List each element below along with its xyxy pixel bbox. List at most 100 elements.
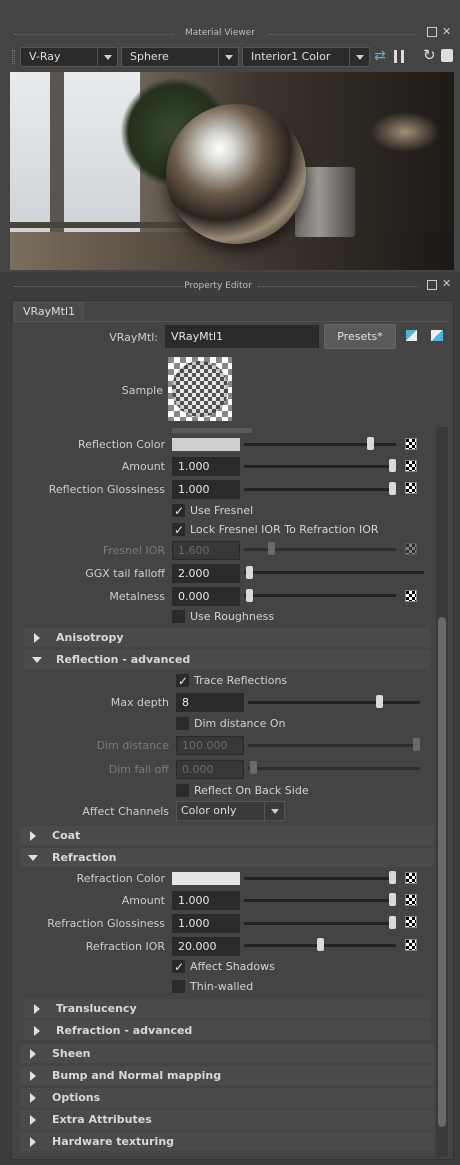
reflection-glossiness-slider-knob[interactable] [389,482,396,495]
use-fresnel-label: Use Fresnel [190,504,254,517]
refraction-color-slider-knob[interactable] [389,871,396,884]
section-bump-normal-mapping[interactable]: Bump and Normal mapping [20,1066,434,1085]
render-preview-image[interactable] [10,72,454,270]
texture-map-icon[interactable] [405,438,417,450]
expand-arrow-icon [34,1026,40,1036]
texture-map-icon[interactable] [405,872,417,884]
refraction-glossiness-slider[interactable] [244,922,396,925]
shape-dropdown[interactable]: Sphere [121,47,239,67]
metalness-slider-knob[interactable] [246,589,253,602]
presets-button[interactable]: Presets* [324,324,396,349]
section-sheen[interactable]: Sheen [20,1044,434,1063]
checkbox-box[interactable] [172,504,185,517]
section-reflection-advanced[interactable]: Reflection - advanced [24,650,430,669]
environment-dropdown[interactable]: Interior1 Color [242,47,370,67]
vraymtl-label: VRayMtl: [109,331,158,344]
reflection-glossiness-slider[interactable] [244,488,396,491]
texture-map-icon[interactable] [405,460,417,472]
reflection-amount-slider[interactable] [244,465,396,468]
float-panel-icon[interactable] [427,27,437,37]
scrollbar-thumb[interactable] [438,617,446,1127]
checkbox-box[interactable] [176,717,189,730]
ggx-tail-falloff-slider[interactable] [244,571,424,574]
reflection-amount-field[interactable]: 1.000 [172,457,240,476]
pause-icon[interactable] [394,50,404,63]
reflection-glossiness-field[interactable]: 1.000 [172,480,240,499]
expand-arrow-icon [30,1093,36,1103]
texture-map-icon[interactable] [405,482,417,494]
refraction-color-slider[interactable] [244,877,396,880]
section-anisotropy[interactable]: Anisotropy [24,628,430,647]
fresnel-ior-slider [244,548,396,551]
metalness-slider[interactable] [244,594,396,597]
refraction-glossiness-slider-knob[interactable] [389,916,396,929]
show-output-icon[interactable] [431,330,443,341]
refraction-glossiness-label: Refraction Glossiness [47,917,165,930]
checkbox-box[interactable] [172,980,185,993]
section-options[interactable]: Options [20,1088,434,1107]
dim-distance-field: 100.000 [176,736,244,755]
section-coat[interactable]: Coat [20,826,434,845]
reflection-glossiness-label: Reflection Glossiness [48,483,165,496]
section-label: Bump and Normal mapping [52,1069,222,1082]
refraction-ior-slider-knob[interactable] [317,938,324,951]
texture-map-icon[interactable] [405,894,417,906]
max-depth-slider[interactable] [248,701,420,704]
reflection-amount-slider-knob[interactable] [389,459,396,472]
section-refraction[interactable]: Refraction [20,848,434,867]
checkbox-box[interactable] [176,674,189,687]
toolbar-grip [12,50,15,64]
reflection-color-swatch[interactable] [172,438,240,451]
section-hardware-texturing[interactable]: Hardware texturing [20,1132,434,1151]
checkbox-box[interactable] [176,784,189,797]
renderer-dropdown[interactable]: V-Ray [20,47,118,67]
section-refraction-advanced[interactable]: Refraction - advanced [24,1021,430,1040]
material-options-icon[interactable] [441,49,453,62]
max-depth-slider-knob[interactable] [376,695,383,708]
thin-walled-label: Thin-walled [190,980,254,993]
refraction-amount-slider[interactable] [244,899,396,902]
chevron-down-icon [97,48,117,66]
checkbox-box[interactable] [172,523,185,536]
refraction-amount-slider-knob[interactable] [389,893,396,906]
section-label: Anisotropy [56,631,124,644]
rotate-icon[interactable]: ↻ [423,46,436,64]
section-label: Options [52,1091,101,1104]
use-roughness-label: Use Roughness [190,610,275,623]
ggx-tail-falloff-slider-knob[interactable] [246,566,253,579]
checkbox-box[interactable] [172,960,185,973]
checkbox-box[interactable] [172,610,185,623]
refraction-color-swatch[interactable] [172,872,240,885]
expand-arrow-icon [30,1071,36,1081]
affect-channels-dropdown[interactable]: Color only [176,801,285,821]
refraction-glossiness-field[interactable]: 1.000 [172,914,240,933]
chevron-down-icon [218,48,238,66]
section-extra-attributes[interactable]: Extra Attributes [20,1110,434,1129]
texture-map-icon[interactable] [405,590,417,602]
section-translucency[interactable]: Translucency [24,999,430,1018]
close-panel-icon[interactable]: ✕ [442,25,451,38]
ggx-tail-falloff-field[interactable]: 2.000 [172,564,240,583]
reflection-color-slider-knob[interactable] [367,437,374,450]
show-input-icon[interactable] [406,330,417,341]
vraymtl-name-field[interactable]: VRayMtl1 [165,325,319,348]
max-depth-field[interactable]: 8 [176,693,244,712]
section-label: Translucency [56,1002,137,1015]
texture-map-icon[interactable] [405,916,417,928]
tab-vraymtl1[interactable]: VRayMtl1 [14,302,84,321]
float-panel-icon[interactable] [427,280,437,290]
refraction-ior-field[interactable]: 20.000 [172,937,240,956]
close-panel-icon[interactable]: ✕ [442,277,451,290]
metalness-field[interactable]: 0.000 [172,587,240,606]
material-viewer-title: Material Viewer [184,28,256,38]
section-label: Reflection - advanced [56,653,191,666]
affect-channels-value: Color only [181,804,237,817]
window-sill [10,222,210,228]
refresh-render-icon[interactable]: ⇄ [374,48,386,64]
property-editor-title: Property Editor [184,281,252,291]
sample-swatch[interactable] [168,357,232,421]
tab-label: VRayMtl1 [22,305,76,318]
vertical-scrollbar[interactable] [436,427,448,1157]
texture-map-icon[interactable] [405,939,417,951]
refraction-amount-field[interactable]: 1.000 [172,891,240,910]
